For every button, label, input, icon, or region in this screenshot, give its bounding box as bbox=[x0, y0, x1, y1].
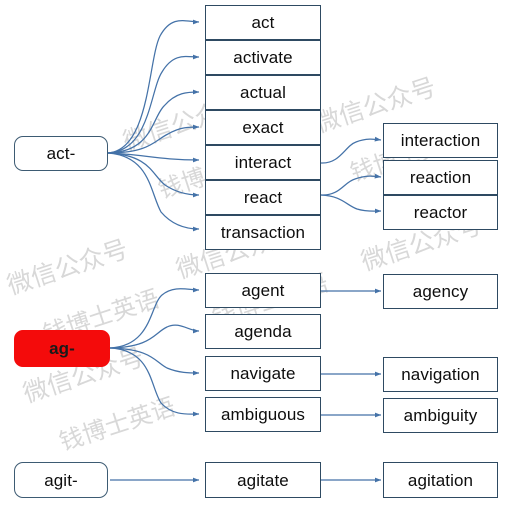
node-label: interaction bbox=[400, 131, 481, 150]
node-agitation[interactable]: agitation bbox=[383, 462, 498, 498]
node-ambiguous[interactable]: ambiguous bbox=[205, 397, 321, 432]
node-label: actual bbox=[240, 83, 286, 102]
node-ambiguity[interactable]: ambiguity bbox=[383, 398, 498, 433]
node-interaction[interactable]: interaction bbox=[383, 123, 498, 158]
node-reaction[interactable]: reaction bbox=[383, 160, 498, 195]
node-navigation[interactable]: navigation bbox=[383, 357, 498, 392]
node-label: agency bbox=[412, 282, 469, 301]
root-node-ag[interactable]: ag- bbox=[14, 330, 110, 367]
node-agitate[interactable]: agitate bbox=[205, 462, 321, 498]
node-react[interactable]: react bbox=[205, 180, 321, 215]
node-activate[interactable]: activate bbox=[205, 40, 321, 75]
node-label: ambiguity bbox=[403, 406, 478, 425]
node-navigate[interactable]: navigate bbox=[205, 356, 321, 391]
node-reactor[interactable]: reactor bbox=[383, 195, 498, 230]
root-node-agit[interactable]: agit- bbox=[14, 462, 108, 498]
node-label: agenda bbox=[234, 322, 292, 341]
node-label: reactor bbox=[413, 203, 468, 222]
node-agenda[interactable]: agenda bbox=[205, 314, 321, 349]
node-label: interact bbox=[234, 153, 292, 172]
diagram-canvas: 微信公众号 钱博士英语 微信公众号 钱博士英语 微信公众号 钱博士英语 微信公众… bbox=[0, 0, 509, 506]
node-label: navigate bbox=[230, 364, 296, 383]
node-layer: act- act activate actual exact interact … bbox=[0, 0, 509, 506]
node-label: navigation bbox=[401, 365, 480, 384]
node-label: activate bbox=[233, 48, 293, 67]
node-label: agent bbox=[241, 281, 285, 300]
root-node-label: act- bbox=[46, 144, 76, 163]
node-label: react bbox=[243, 188, 283, 207]
node-interact[interactable]: interact bbox=[205, 145, 321, 180]
node-agency[interactable]: agency bbox=[383, 274, 498, 309]
node-act[interactable]: act bbox=[205, 5, 321, 40]
node-transaction[interactable]: transaction bbox=[205, 215, 321, 250]
node-label: transaction bbox=[220, 223, 306, 242]
node-exact[interactable]: exact bbox=[205, 110, 321, 145]
node-label: agitation bbox=[407, 470, 474, 490]
root-node-label: agit- bbox=[44, 470, 78, 490]
node-label: agitate bbox=[237, 470, 289, 490]
node-label: reaction bbox=[409, 168, 472, 187]
node-label: exact bbox=[242, 118, 284, 137]
node-agent[interactable]: agent bbox=[205, 273, 321, 308]
root-node-act[interactable]: act- bbox=[14, 136, 108, 171]
node-actual[interactable]: actual bbox=[205, 75, 321, 110]
node-label: act bbox=[251, 13, 275, 32]
root-node-label: ag- bbox=[49, 339, 75, 358]
node-label: ambiguous bbox=[220, 405, 306, 424]
